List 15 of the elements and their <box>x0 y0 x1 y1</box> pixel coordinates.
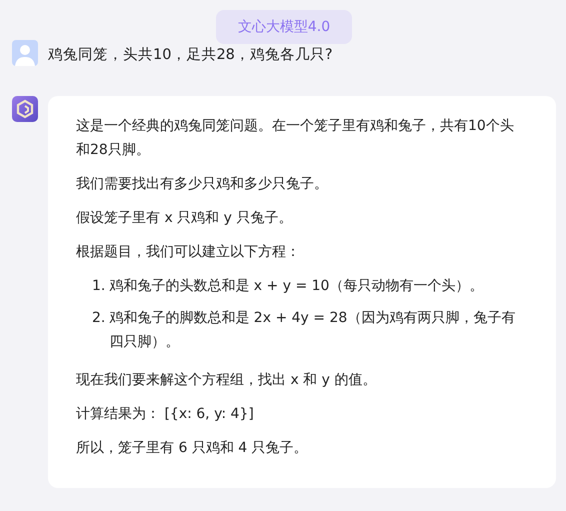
list-item-text: 鸡和兔子的脚数总和是 2x + 4y = 28（因为鸡有两只脚，兔子有四只脚）。 <box>109 309 516 352</box>
list-item-text: 鸡和兔子的头数总和是 x + y = 10（每只动物有一个头）。 <box>109 277 484 296</box>
user-avatar-icon <box>12 40 38 66</box>
answer-paragraph: 我们需要找出有多少只鸡和多少只兔子。 <box>76 175 329 194</box>
user-question: 鸡兔同笼，头共10，足共28，鸡兔各几只? <box>48 46 333 65</box>
model-badge: 文心大模型4.0 <box>216 10 352 44</box>
answer-paragraph: 假设笼子里有 x 只鸡和 y 只兔子。 <box>76 209 294 228</box>
list-number: 2. <box>92 309 106 328</box>
list-number: 1. <box>92 277 106 296</box>
answer-paragraph: 这是一个经典的鸡兔同笼问题。在一个笼子里有鸡和兔子，共有10个头和28只脚。 <box>76 117 515 160</box>
answer-paragraph: 计算结果为： [{x: 6, y: 4}] <box>76 405 255 424</box>
answer-paragraph: 现在我们要来解这个方程组，找出 x 和 y 的值。 <box>76 371 378 390</box>
answer-paragraph: 根据题目，我们可以建立以下方程： <box>76 243 301 262</box>
cube-logo-icon <box>12 96 38 122</box>
answer-paragraph: 所以，笼子里有 6 只鸡和 4 只兔子。 <box>76 439 309 458</box>
